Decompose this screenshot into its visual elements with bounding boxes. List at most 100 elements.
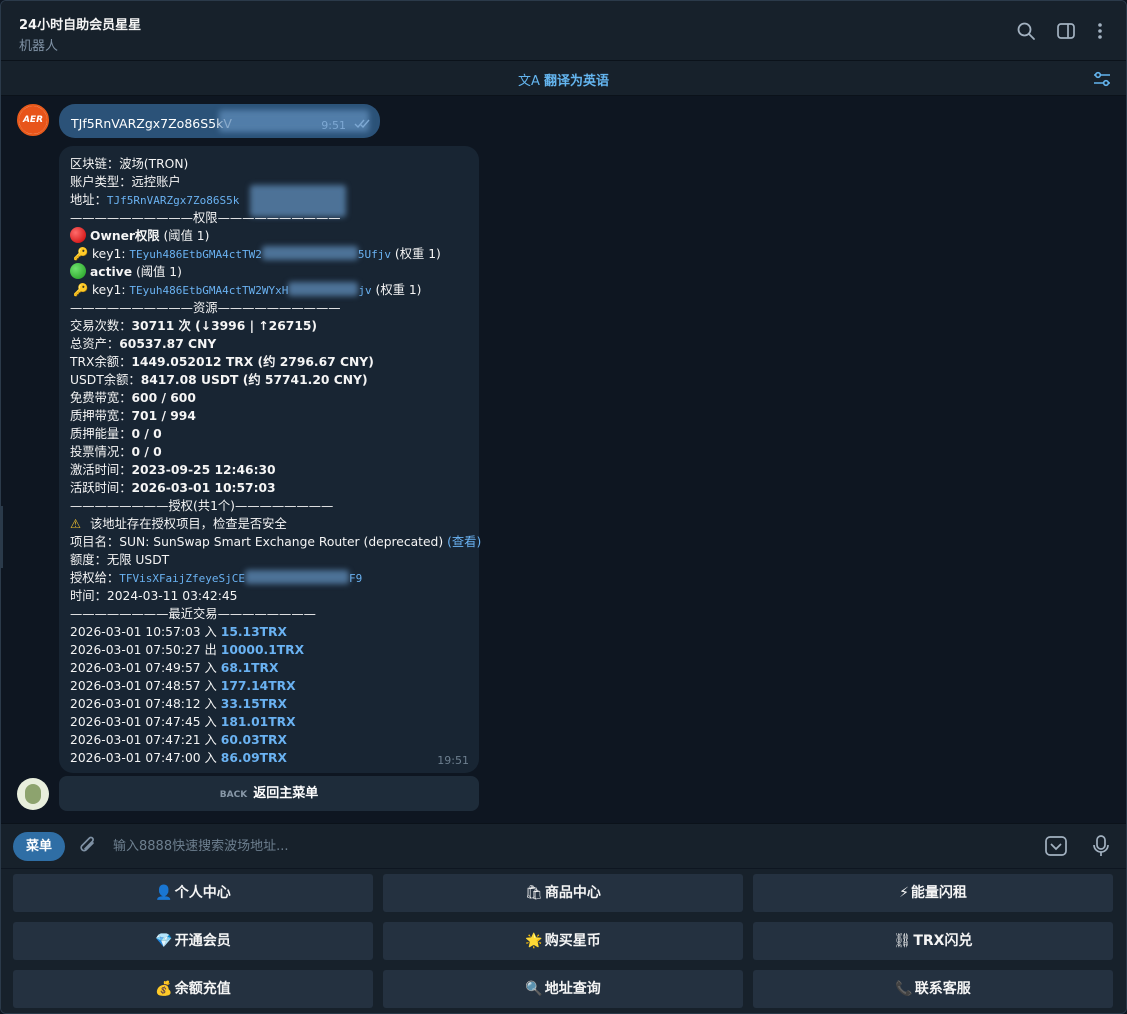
keyboard-button[interactable]: 🛍 商品中心	[383, 874, 743, 912]
message-input[interactable]	[113, 834, 1013, 858]
message-time: 19:51	[437, 754, 469, 767]
view-project-link[interactable]: (查看)	[447, 535, 481, 549]
keyboard-button[interactable]: 💰 余额充值	[13, 970, 373, 1008]
keyboard-button[interactable]: 📞 联系客服	[753, 970, 1113, 1008]
bot-message-body: 区块链：波场(TRON) 账户类型：远控账户 地址：TJf5RnVARZgx7Z…	[70, 155, 481, 767]
project-line: 项目名：SUN: SunSwap Smart Exchange Router (…	[70, 535, 482, 549]
search-icon[interactable]	[1016, 21, 1036, 41]
red-circle-icon	[70, 227, 86, 243]
keyboard-button[interactable]: 💎 开通会员	[13, 922, 373, 960]
transaction-time: 2026-03-01 10:57:03	[70, 625, 201, 639]
transaction-direction: 入	[204, 697, 217, 711]
active-time-line: 活跃时间：2026-03-01 10:57:03	[70, 481, 276, 495]
transaction-direction: 入	[204, 751, 217, 765]
more-vertical-icon[interactable]	[1090, 21, 1110, 41]
bot-message: 区块链：波场(TRON) 账户类型：远控账户 地址：TJf5RnVARZgx7Z…	[59, 146, 481, 773]
transaction-amount-link[interactable]: 60.03TRX	[221, 733, 287, 747]
staked-bandwidth-line: 质押带宽：701 / 994	[70, 409, 196, 423]
transaction-row: 2026-03-01 07:48:57 入 177.14TRX	[70, 677, 481, 695]
address-line: 地址：TJf5RnVARZgx7Zo86S5k	[70, 185, 481, 217]
keyboard-button-label: 购买星币	[544, 933, 601, 949]
transaction-amount-link[interactable]: 181.01TRX	[221, 715, 296, 729]
paperclip-icon[interactable]	[77, 835, 99, 857]
transaction-time: 2026-03-01 07:47:45	[70, 715, 201, 729]
transaction-time: 2026-03-01 07:47:00	[70, 751, 201, 765]
active-key-value-b[interactable]: jv	[358, 284, 371, 297]
owner-key-value-a[interactable]: TEyuh486EtbGMA4ctTW2	[129, 248, 261, 261]
keyboard-button-label: TRX闪兑	[913, 933, 973, 949]
transaction-amount-link[interactable]: 10000.1TRX	[221, 643, 304, 657]
keyboard-button-label: 能量闪租	[910, 885, 967, 901]
filter-settings-icon[interactable]	[1092, 69, 1112, 89]
authorized-address-a[interactable]: TFVisXFaijZfeyeSjCE	[119, 572, 245, 585]
transaction-amount-link[interactable]: 15.13TRX	[221, 625, 287, 639]
transaction-row: 2026-03-01 07:47:00 入 86.09TRX	[70, 749, 481, 767]
warning-icon: ⚠	[70, 517, 82, 531]
message-composer: 菜单	[1, 823, 1126, 868]
keyboard-button[interactable]: 🌟 购买星币	[383, 922, 743, 960]
keyboard-button-label: 个人中心	[174, 885, 231, 901]
bot-menu-button[interactable]: 菜单	[13, 832, 65, 861]
keyboard-button[interactable]: ⚡ 能量闪租	[753, 874, 1113, 912]
separator-resources: ——————————资源——————————	[70, 301, 341, 315]
double-check-icon	[354, 119, 370, 129]
chat-header[interactable]: 24小时自助会员星星 机器人	[1, 1, 1126, 61]
warning-line: ⚠ 该地址存在授权项目，检查是否安全	[70, 517, 287, 531]
active-permission-line: active (阈值 1)	[70, 263, 481, 281]
microphone-icon[interactable]	[1090, 834, 1112, 858]
green-circle-icon	[70, 263, 86, 279]
transaction-amount-link[interactable]: 86.09TRX	[221, 751, 287, 765]
bot-avatar[interactable]	[17, 778, 49, 810]
keyboard-button-emoji-icon: 💎	[155, 933, 173, 949]
sidebar-toggle-icon[interactable]	[1056, 21, 1076, 41]
outgoing-message-text: TJf5RnVARZgx7Zo86S5kV	[71, 116, 232, 131]
transaction-time: 2026-03-01 07:48:12	[70, 697, 201, 711]
keyboard-button-label: 商品中心	[544, 885, 601, 901]
back-to-main-menu-button[interactable]: BACK 返回主菜单	[59, 776, 479, 811]
total-assets-line: 总资产：60537.87 CNY	[70, 337, 217, 351]
user-avatar[interactable]: AER	[17, 104, 49, 136]
separator-authorization: ————————授权(共1个)————————	[70, 499, 334, 513]
telegram-window: 24小时自助会员星星 机器人 文A 翻译为英语 AER TJf5RnVARZgx…	[0, 0, 1127, 1014]
owner-key-line: 🔑 key1: TEyuh486EtbGMA4ctTW2 5Ufjv (权重 1)	[70, 245, 481, 263]
translate-bar[interactable]: 文A 翻译为英语	[1, 61, 1126, 96]
outgoing-message[interactable]: TJf5RnVARZgx7Zo86S5kV 9:51	[59, 104, 380, 138]
redaction-blur	[219, 110, 369, 132]
keyboard-button-label: 开通会员	[174, 933, 231, 949]
transaction-amount-link[interactable]: 33.15TRX	[221, 697, 287, 711]
transaction-row: 2026-03-01 10:57:03 入 15.13TRX	[70, 623, 481, 641]
transaction-time: 2026-03-01 07:47:21	[70, 733, 201, 747]
keyboard-button[interactable]: 🔍 地址查询	[383, 970, 743, 1008]
keyboard-button-emoji-icon: ⛓	[893, 933, 912, 949]
transaction-row: 2026-03-01 07:48:12 入 33.15TRX	[70, 695, 481, 713]
authorization-time-line: 时间：2024-03-11 03:42:45	[70, 589, 238, 603]
authorized-address-b[interactable]: F9	[349, 572, 362, 585]
keyboard-button-emoji-icon: 🛍	[525, 885, 543, 901]
keyboard-button-label: 余额充值	[174, 981, 231, 997]
transaction-direction: 入	[204, 625, 217, 639]
authorized-to-line: 授权给：TFVisXFaijZfeyeSjCE F9	[70, 570, 363, 585]
activated-time-line: 激活时间：2023-09-25 12:46:30	[70, 463, 276, 477]
chat-subtitle: 机器人	[19, 39, 59, 54]
transaction-direction: 入	[204, 733, 217, 747]
transaction-row: 2026-03-01 07:47:21 入 60.03TRX	[70, 731, 481, 749]
owner-key-value-b[interactable]: 5Ufjv	[358, 248, 391, 261]
translate-button[interactable]: 文A 翻译为英语	[1, 70, 1126, 89]
address-value[interactable]: TJf5RnVARZgx7Zo86S5k	[107, 194, 239, 207]
transaction-time: 2026-03-01 07:49:57	[70, 661, 201, 675]
transaction-amount-link[interactable]: 68.1TRX	[221, 661, 279, 675]
transaction-amount-link[interactable]: 177.14TRX	[221, 679, 296, 693]
keyboard-button[interactable]: ⛓ TRX闪兑	[753, 922, 1113, 960]
avatar-initials: AER	[19, 106, 47, 134]
key-icon: 🔑	[73, 247, 89, 261]
scroll-accent	[1, 506, 3, 568]
keyboard-button[interactable]: 👤 个人中心	[13, 874, 373, 912]
chain-line: 区块链：波场(TRON)	[70, 157, 189, 171]
trx-balance-line: TRX余额：1449.052012 TRX (约 2796.67 CNY)	[70, 355, 374, 369]
transaction-time: 2026-03-01 07:48:57	[70, 679, 201, 693]
key-icon: 🔑	[73, 283, 89, 297]
transaction-time: 2026-03-01 07:50:27	[70, 643, 201, 657]
active-key-value-a[interactable]: TEyuh486EtbGMA4ctTW2WYxH	[129, 284, 288, 297]
keyboard-toggle-icon[interactable]	[1044, 834, 1068, 858]
back-icon: BACK	[219, 790, 248, 800]
